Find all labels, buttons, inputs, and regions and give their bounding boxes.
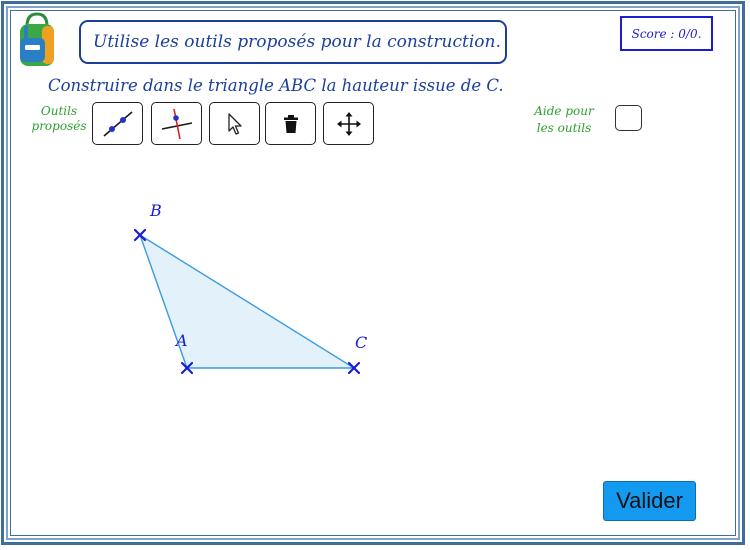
point-a-label: A	[174, 331, 188, 350]
submit-button[interactable]: Valider	[603, 481, 696, 521]
triangle-abc	[138, 233, 357, 369]
point-c-label: C	[355, 333, 367, 352]
point-b-label: B	[149, 201, 162, 220]
geometry-canvas[interactable]: B A C	[0, 0, 750, 550]
point-b-marker[interactable]	[133, 228, 147, 242]
